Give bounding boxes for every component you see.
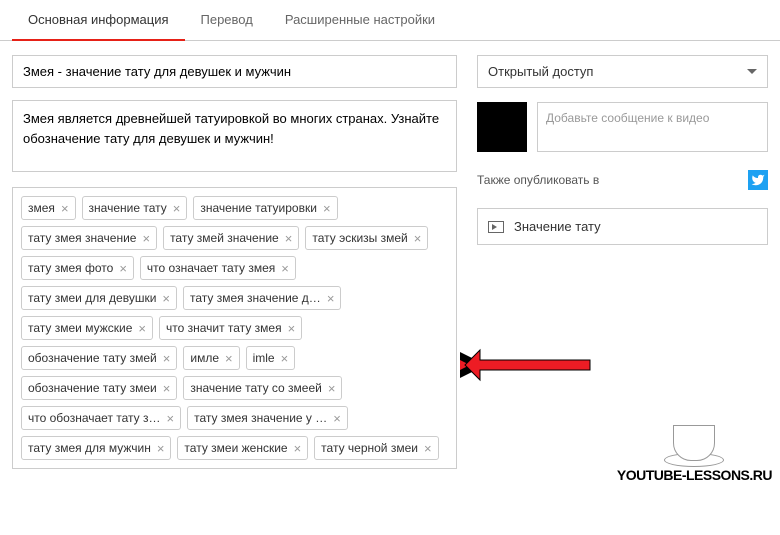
tag-chip: значение татуировки × xyxy=(193,196,337,220)
chevron-down-icon xyxy=(747,69,757,74)
tag-remove-icon[interactable]: × xyxy=(414,232,422,245)
tag-remove-icon[interactable]: × xyxy=(225,352,233,365)
tag-text: тату змея значение xyxy=(28,231,136,245)
tag-text: тату эскизы змей xyxy=(312,231,407,245)
tag-text: тату змеи женские xyxy=(184,441,287,455)
tag-remove-icon[interactable]: × xyxy=(424,442,432,455)
tag-remove-icon[interactable]: × xyxy=(163,352,171,365)
tag-chip: тату черной змеи × xyxy=(314,436,438,460)
tag-chip: тату змеи мужские × xyxy=(21,316,153,340)
tag-text: обозначение тату змеи xyxy=(28,381,157,395)
playlist-label: Значение тату xyxy=(514,219,601,234)
tag-remove-icon[interactable]: × xyxy=(162,292,170,305)
tag-text: тату змея для мужчин xyxy=(28,441,151,455)
tag-text: значение тату xyxy=(89,201,167,215)
tag-remove-icon[interactable]: × xyxy=(119,262,127,275)
privacy-dropdown[interactable]: Открытый доступ xyxy=(477,55,768,88)
tag-chip: значение тату со змеей × xyxy=(183,376,342,400)
tag-chip: обозначение тату змеи × xyxy=(21,376,177,400)
tabs-bar: Основная информация Перевод Расширенные … xyxy=(0,0,780,41)
tag-text: тату змея значение д… xyxy=(190,291,321,305)
also-publish-label: Также опубликовать в xyxy=(477,173,599,187)
tag-remove-icon[interactable]: × xyxy=(281,352,289,365)
tag-chip: тату змея фото × xyxy=(21,256,134,280)
tag-chip: имле × xyxy=(183,346,239,370)
tag-chip: тату змеи для девушки × xyxy=(21,286,177,310)
tag-chip: что обозначает тату з… × xyxy=(21,406,181,430)
tag-chip: imle × xyxy=(246,346,296,370)
tag-text: змея xyxy=(28,201,55,215)
tag-chip: значение тату × xyxy=(82,196,188,220)
share-message-input[interactable]: Добавьте сообщение к видео xyxy=(537,102,768,152)
tag-remove-icon[interactable]: × xyxy=(288,322,296,335)
tag-text: что обозначает тату з… xyxy=(28,411,161,425)
tag-chip: обозначение тату змей × xyxy=(21,346,177,370)
tag-remove-icon[interactable]: × xyxy=(138,322,146,335)
tag-chip: что означает тату змея × xyxy=(140,256,296,280)
tag-chip: тату змея значение × xyxy=(21,226,157,250)
tag-chip: тату эскизы змей × xyxy=(305,226,428,250)
tag-remove-icon[interactable]: × xyxy=(167,412,175,425)
tag-remove-icon[interactable]: × xyxy=(142,232,150,245)
tag-remove-icon[interactable]: × xyxy=(157,442,165,455)
tag-chip: что значит тату змея × xyxy=(159,316,302,340)
tag-text: что означает тату змея xyxy=(147,261,275,275)
cup-logo-icon xyxy=(664,417,724,467)
tag-remove-icon[interactable]: × xyxy=(285,232,293,245)
tab-basic-info[interactable]: Основная информация xyxy=(12,0,185,41)
tag-text: значение татуировки xyxy=(200,201,317,215)
tag-text: тату черной змеи xyxy=(321,441,418,455)
playlist-icon xyxy=(488,221,504,233)
tags-container[interactable]: змея×значение тату×значение татуировки×т… xyxy=(12,187,457,469)
tag-remove-icon[interactable]: × xyxy=(173,202,181,215)
tag-chip: тату змей значение × xyxy=(163,226,299,250)
tag-chip: тату змея значение у … × xyxy=(187,406,348,430)
tag-chip: тату змеи женские × xyxy=(177,436,308,460)
tag-text: тату змеи мужские xyxy=(28,321,132,335)
privacy-selected-label: Открытый доступ xyxy=(488,64,593,79)
tag-text: тату змея фото xyxy=(28,261,113,275)
tab-translation[interactable]: Перевод xyxy=(185,0,269,40)
tag-text: тату змеи для девушки xyxy=(28,291,156,305)
video-thumbnail xyxy=(477,102,527,152)
playlist-selector[interactable]: Значение тату xyxy=(477,208,768,245)
tag-remove-icon[interactable]: × xyxy=(294,442,302,455)
watermark-text: YOUTUBE-LESSONS.RU xyxy=(617,467,772,483)
tag-text: что значит тату змея xyxy=(166,321,282,335)
watermark: YOUTUBE-LESSONS.RU xyxy=(617,417,772,483)
video-description-input[interactable]: Змея является древнейшей татуировкой во … xyxy=(12,100,457,172)
tag-text: значение тату со змеей xyxy=(190,381,321,395)
tag-remove-icon[interactable]: × xyxy=(328,382,336,395)
tag-remove-icon[interactable]: × xyxy=(163,382,171,395)
tab-advanced[interactable]: Расширенные настройки xyxy=(269,0,451,40)
tag-text: обозначение тату змей xyxy=(28,351,157,365)
tag-text: тату змея значение у … xyxy=(194,411,327,425)
twitter-icon[interactable] xyxy=(748,170,768,190)
tag-remove-icon[interactable]: × xyxy=(327,292,335,305)
tag-remove-icon[interactable]: × xyxy=(333,412,341,425)
tag-text: imle xyxy=(253,351,275,365)
tag-text: имле xyxy=(190,351,219,365)
tag-chip: тату змея значение д… × xyxy=(183,286,341,310)
tag-remove-icon[interactable]: × xyxy=(323,202,331,215)
tag-remove-icon[interactable]: × xyxy=(61,202,69,215)
tag-text: тату змей значение xyxy=(170,231,279,245)
video-title-input[interactable] xyxy=(12,55,457,88)
tag-chip: змея × xyxy=(21,196,76,220)
tag-remove-icon[interactable]: × xyxy=(281,262,289,275)
tag-chip: тату змея для мужчин × xyxy=(21,436,171,460)
